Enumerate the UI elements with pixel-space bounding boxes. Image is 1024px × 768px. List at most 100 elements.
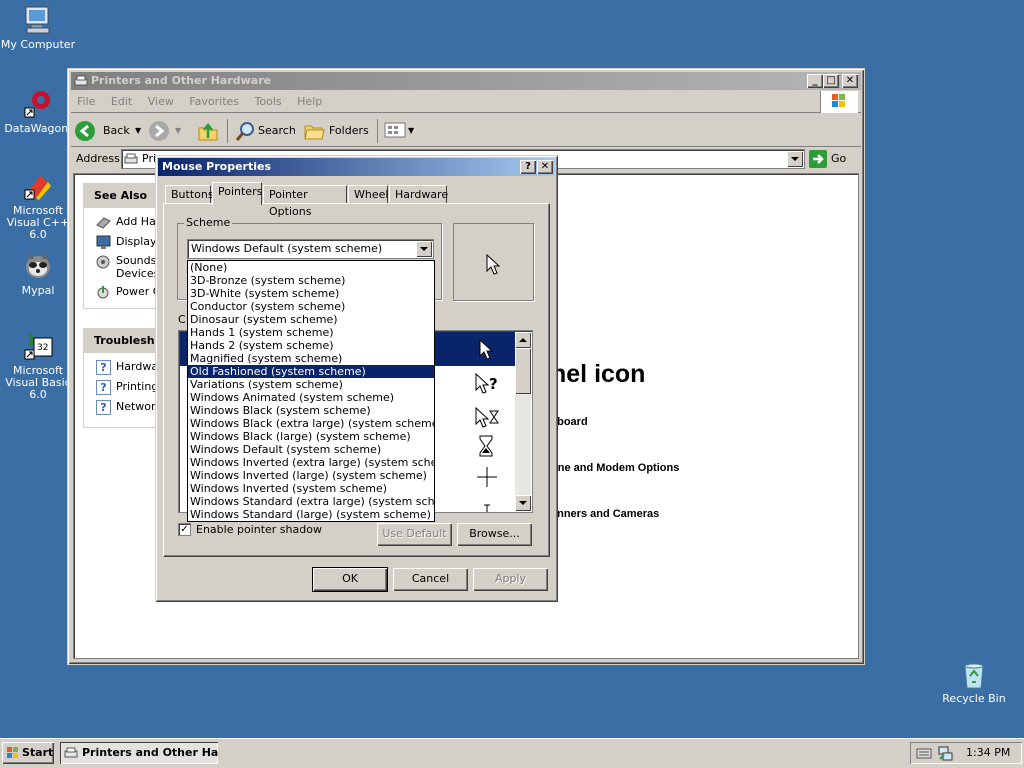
tab-buttons[interactable]: Buttons [165, 185, 214, 204]
task-item-label: Display [116, 235, 157, 248]
back-dropdown-icon[interactable]: ▼ [135, 119, 141, 143]
crosshair-icon [477, 467, 497, 490]
cursor-list-scrollbar[interactable] [515, 332, 531, 511]
arrow-cursor-icon [479, 338, 495, 364]
task-item-label: Printing [116, 380, 159, 393]
explorer-toolbar: Back ▼ ▼ Search Folders ▼ [71, 115, 861, 147]
apply-button[interactable]: Apply [473, 568, 548, 591]
go-arrow-icon [809, 150, 827, 168]
desktop-icon-recycle-bin[interactable]: Recycle Bin [934, 658, 1014, 705]
svg-text:32: 32 [37, 343, 48, 353]
category-scanners-cameras[interactable]: anners and Cameras [551, 508, 659, 520]
forward-dropdown-icon[interactable]: ▼ [175, 119, 181, 143]
close-button[interactable]: ✕ [842, 74, 858, 88]
datawagon-icon [22, 88, 54, 120]
folders-button[interactable]: Folders [301, 119, 371, 143]
task-item-label: Sounds, Devices [116, 254, 160, 280]
forward-button[interactable]: ▼ [149, 119, 185, 143]
desktop-icon-my-computer[interactable]: My Computer [0, 4, 78, 51]
folders-icon [303, 121, 325, 150]
tab-pointer-options[interactable]: Pointer Options [263, 185, 347, 218]
scheme-dropdown-list[interactable]: (None) 3D-Bronze (system scheme) 3D-White … [187, 260, 435, 522]
scheme-option[interactable]: Windows Black (system scheme) [188, 404, 434, 417]
help-button[interactable]: ? [520, 160, 536, 174]
network-icon[interactable] [938, 745, 954, 764]
scheme-label: Scheme [184, 216, 233, 229]
back-button[interactable]: Back ▼ [75, 119, 143, 143]
maximize-button[interactable]: □ [823, 74, 839, 88]
search-icon [234, 120, 256, 151]
scheme-option[interactable]: Windows Default (system scheme) [188, 443, 434, 456]
explorer-titlebar[interactable]: Printers and Other Hardware _ □ ✕ [71, 72, 861, 90]
menu-view[interactable]: View [142, 91, 180, 113]
scheme-combobox[interactable]: Windows Default (system scheme) [187, 239, 434, 259]
scroll-up-button[interactable] [515, 332, 531, 348]
dialog-titlebar[interactable]: Mouse Properties ? ✕ [158, 158, 555, 176]
scheme-option[interactable]: (None) [188, 261, 434, 274]
enable-pointer-shadow-checkbox[interactable]: ✓ [178, 523, 191, 536]
taskbar-button-printers[interactable]: Printers and Other Ha... [60, 742, 218, 764]
ok-button[interactable]: OK [313, 568, 387, 591]
scheme-option[interactable]: Windows Inverted (large) (system scheme) [188, 469, 434, 482]
taskbar: Start Printers and Other Ha... 1:34 PM [0, 738, 1024, 768]
up-folder-button[interactable] [195, 119, 221, 143]
menu-help[interactable]: Help [291, 91, 328, 113]
scheme-option[interactable]: Conductor (system scheme) [188, 300, 434, 313]
scroll-down-button[interactable] [515, 495, 531, 511]
scheme-option[interactable]: Hands 2 (system scheme) [188, 339, 434, 352]
see-also-sounds[interactable]: Sounds, Devices [84, 254, 160, 284]
views-button[interactable]: ▼ [377, 119, 414, 143]
scheme-option[interactable]: Windows Standard (extra large) (system s… [188, 495, 434, 508]
scheme-option[interactable]: Variations (system scheme) [188, 378, 434, 391]
go-label: Go [831, 152, 847, 165]
desktop-icon-label: My Computer [0, 38, 76, 51]
menu-edit[interactable]: Edit [105, 91, 138, 113]
menu-favorites[interactable]: Favorites [183, 91, 245, 113]
address-label: Address [76, 152, 120, 165]
windows-logo-icon [6, 746, 20, 768]
minimize-button[interactable]: _ [807, 74, 823, 88]
back-label: Back [103, 124, 130, 137]
use-default-button[interactable]: Use Default [377, 523, 452, 546]
browse-button[interactable]: Browse... [457, 523, 532, 546]
task-item-label: Power C [116, 285, 161, 298]
scheme-option[interactable]: 3D-White (system scheme) [188, 287, 434, 300]
enable-pointer-shadow-label: Enable pointer shadow [196, 523, 322, 536]
dialog-title: Mouse Properties [162, 160, 272, 173]
cancel-button[interactable]: Cancel [393, 568, 468, 591]
address-dropdown-icon[interactable] [787, 151, 803, 167]
scroll-thumb[interactable] [515, 348, 531, 394]
recycle-bin-icon [958, 658, 990, 690]
help-cursor-icon: ? [475, 372, 501, 398]
go-button[interactable]: Go [809, 149, 847, 169]
dialog-close-button[interactable]: ✕ [537, 160, 553, 174]
keyboard-icon[interactable] [916, 746, 932, 763]
forward-arrow-icon [149, 121, 169, 141]
scheme-option[interactable]: Hands 1 (system scheme) [188, 326, 434, 339]
scheme-option[interactable]: Windows Standard (large) (system scheme) [188, 508, 434, 521]
tab-pointers[interactable]: Pointers [212, 182, 262, 205]
start-button[interactable]: Start [2, 742, 54, 764]
scheme-option[interactable]: Old Fashioned (system scheme) [188, 365, 434, 378]
tab-hardware[interactable]: Hardware [389, 185, 448, 204]
scheme-option[interactable]: Windows Animated (system scheme) [188, 391, 434, 404]
scheme-option[interactable]: Magnified (system scheme) [188, 352, 434, 365]
combo-dropdown-icon[interactable] [416, 241, 432, 257]
category-phone-modem[interactable]: one and Modem Options [551, 462, 679, 474]
address-value: Pri [142, 152, 157, 165]
hourglass-icon [479, 435, 493, 460]
scheme-option[interactable]: 3D-Bronze (system scheme) [188, 274, 434, 287]
power-options-icon [96, 285, 111, 300]
scheme-option[interactable]: Windows Inverted (extra large) (system s… [188, 456, 434, 469]
menu-tools[interactable]: Tools [249, 91, 288, 113]
scheme-option[interactable]: Windows Black (extra large) (system sche… [188, 417, 434, 430]
scheme-option[interactable]: Windows Inverted (system scheme) [188, 482, 434, 495]
scheme-option[interactable]: Windows Black (large) (system scheme) [188, 430, 434, 443]
clock[interactable]: 1:34 PM [966, 746, 1010, 759]
back-arrow-icon [75, 121, 95, 141]
scheme-option[interactable]: Dinosaur (system scheme) [188, 313, 434, 326]
menu-file[interactable]: File [71, 91, 101, 113]
tab-wheel[interactable]: Wheel [348, 185, 388, 204]
views-dropdown-icon[interactable]: ▼ [408, 119, 414, 143]
search-button[interactable]: Search [227, 119, 297, 143]
